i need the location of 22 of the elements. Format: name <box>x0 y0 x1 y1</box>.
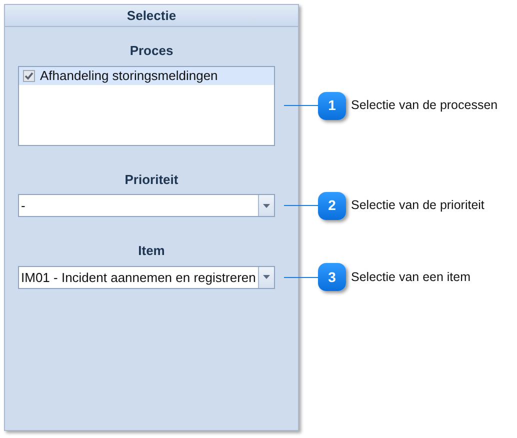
leader-line <box>284 205 318 206</box>
section-heading: Item <box>137 242 166 260</box>
checkbox[interactable] <box>23 70 35 82</box>
number-badge: 1 <box>318 92 346 120</box>
section-heading: Prioriteit <box>124 170 180 188</box>
list-item[interactable]: Afhandeling storingsmeldingen <box>19 66 274 84</box>
dropdown-field[interactable]: IM01 - Incident aannemen en registreren <box>18 266 275 288</box>
caret-icon <box>263 275 270 279</box>
dropdown-field[interactable]: - <box>18 194 275 217</box>
dropdown-button[interactable] <box>258 266 274 288</box>
number-badge: 3 <box>318 263 346 291</box>
callout-text: Selectie van een item <box>351 268 471 286</box>
dropdown-button[interactable] <box>258 195 274 216</box>
leader-line <box>284 105 318 106</box>
leader-line <box>284 276 318 278</box>
number-badge: 2 <box>318 192 346 220</box>
item-label: Afhandeling storingsmeldingen <box>40 66 218 85</box>
callout-text: Selectie van de processen <box>351 97 498 114</box>
caret-icon <box>263 204 270 208</box>
section-heading: Proces <box>128 42 174 60</box>
callout-text: Selectie van de prioriteit <box>351 197 484 214</box>
panel-title: Selectie <box>5 5 298 27</box>
